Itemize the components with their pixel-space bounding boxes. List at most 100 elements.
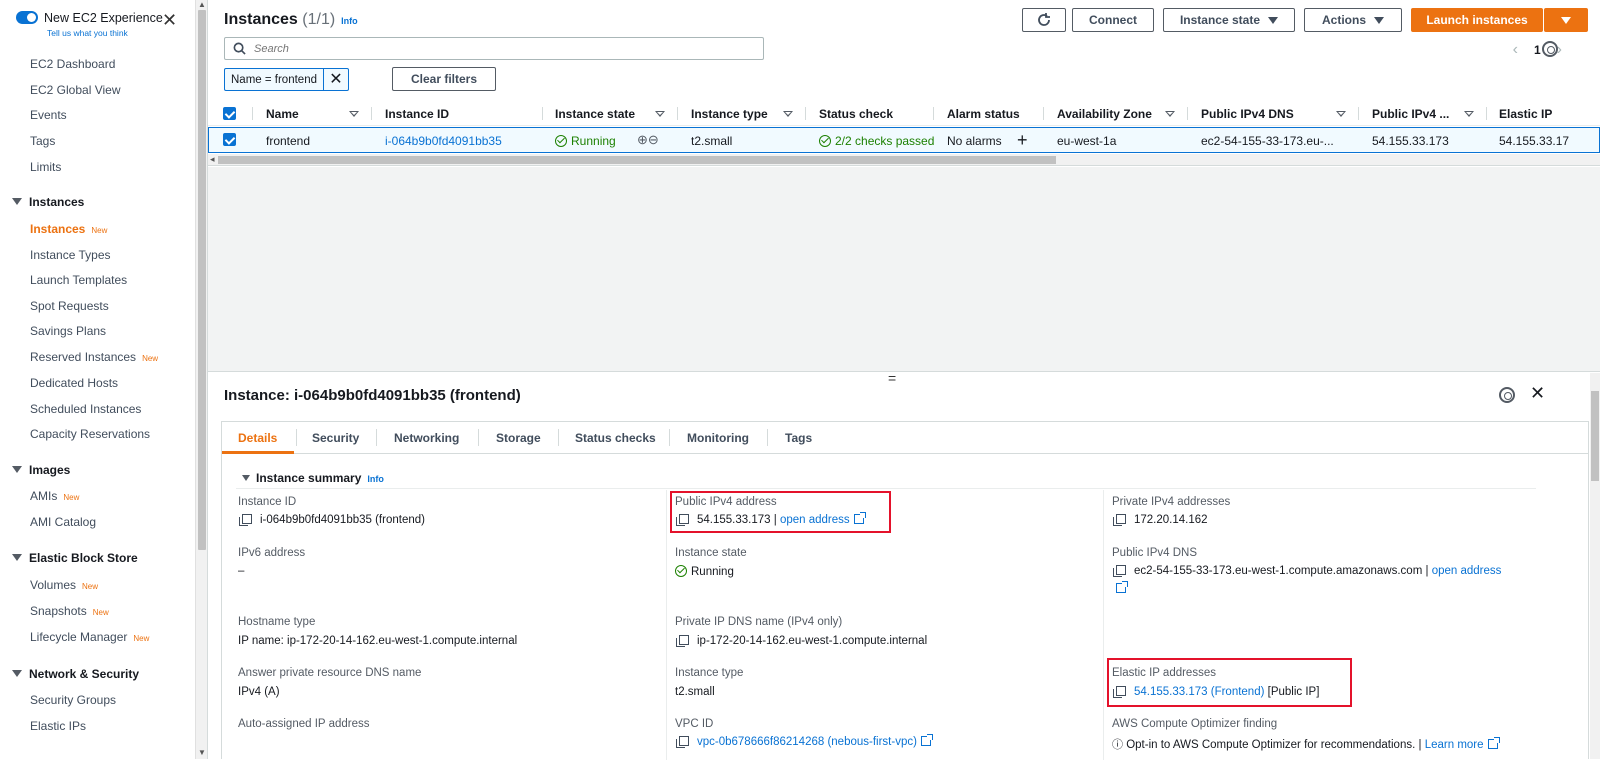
panel-settings-icon[interactable]: [1499, 387, 1515, 403]
nav-reserved-instances[interactable]: Reserved Instances New: [30, 350, 158, 364]
prev-page-button[interactable]: ‹: [1513, 41, 1518, 59]
nav-ami-catalog[interactable]: AMI Catalog: [30, 515, 96, 529]
feedback-link[interactable]: Tell us what you think: [47, 28, 128, 38]
external-link-icon[interactable]: [1116, 581, 1128, 593]
tab-status-checks[interactable]: Status checks: [575, 431, 656, 445]
sidebar-scrollbar[interactable]: ▲ ▼: [195, 0, 207, 759]
nav-instance-types[interactable]: Instance Types: [30, 248, 111, 262]
nav-lifecycle-manager[interactable]: Lifecycle Manager New: [30, 630, 149, 644]
scroll-thumb[interactable]: [198, 10, 206, 550]
sort-icon[interactable]: [783, 111, 793, 117]
nav-tags[interactable]: Tags: [30, 134, 55, 148]
tab-storage[interactable]: Storage: [496, 431, 541, 445]
tab-details[interactable]: Details: [238, 431, 277, 445]
scroll-left-icon[interactable]: ◂: [210, 154, 215, 165]
col-status-check[interactable]: Status check: [819, 107, 893, 121]
scroll-thumb[interactable]: [1591, 391, 1599, 481]
col-alarm-status[interactable]: Alarm status: [947, 107, 1020, 121]
vpc-link[interactable]: vpc-0b678666f86214268 (nebous-first-vpc): [697, 736, 917, 748]
refresh-icon: [1038, 13, 1050, 26]
learn-more-link[interactable]: Learn more: [1425, 739, 1484, 751]
panel-close-icon[interactable]: ✕: [1530, 383, 1545, 404]
table-horizontal-scrollbar[interactable]: ◂: [208, 154, 1600, 166]
row-checkbox[interactable]: [223, 133, 236, 146]
close-icon[interactable]: ✕: [162, 11, 177, 29]
info-link[interactable]: Info: [367, 474, 384, 484]
col-instance-type[interactable]: Instance type: [691, 107, 768, 121]
tab-security[interactable]: Security: [312, 431, 359, 445]
select-all-checkbox[interactable]: [223, 107, 236, 120]
actions-dropdown[interactable]: Actions: [1304, 8, 1402, 32]
sort-icon[interactable]: [1165, 111, 1175, 117]
open-address-link[interactable]: open address: [1432, 565, 1502, 577]
zoom-in-out-icon[interactable]: ⊕⊖: [637, 132, 659, 148]
clear-filters-button[interactable]: Clear filters: [392, 67, 496, 91]
split-panel-divider[interactable]: [208, 371, 1600, 372]
copy-icon[interactable]: [676, 736, 689, 748]
nav-spot-requests[interactable]: Spot Requests: [30, 299, 109, 313]
col-name[interactable]: Name: [266, 107, 299, 121]
nav-events[interactable]: Events: [30, 108, 67, 122]
launch-instances-button[interactable]: Launch instances: [1411, 8, 1543, 32]
col-elastic-ip[interactable]: Elastic IP: [1499, 107, 1552, 121]
col-availability-zone[interactable]: Availability Zone: [1057, 107, 1152, 121]
nav-launch-templates[interactable]: Launch Templates: [30, 273, 127, 287]
info-link[interactable]: Info: [341, 16, 358, 26]
copy-icon[interactable]: [1113, 514, 1126, 526]
nav-amis[interactable]: AMIs New: [30, 489, 79, 503]
resize-handle-icon[interactable]: =: [888, 371, 896, 385]
copy-icon[interactable]: [239, 514, 252, 526]
tab-tags[interactable]: Tags: [785, 431, 812, 445]
scroll-up-icon[interactable]: ▲: [198, 0, 206, 9]
refresh-button[interactable]: [1022, 8, 1066, 32]
nav-security-groups[interactable]: Security Groups: [30, 693, 116, 707]
connect-button[interactable]: Connect: [1072, 8, 1154, 32]
nav-capacity-reservations[interactable]: Capacity Reservations: [30, 427, 150, 441]
cell-instance-id-link[interactable]: i-064b9b0fd4091bb35: [385, 134, 502, 148]
search-input[interactable]: [254, 42, 734, 55]
col-public-ipv4[interactable]: Public IPv4 ...: [1372, 107, 1449, 121]
nav-savings-plans[interactable]: Savings Plans: [30, 324, 106, 338]
instance-state-dropdown[interactable]: Instance state: [1163, 8, 1295, 32]
sort-icon[interactable]: [1464, 111, 1474, 117]
external-link-icon[interactable]: [920, 734, 933, 746]
remove-filter-icon[interactable]: ✕: [324, 70, 348, 90]
instance-summary-header[interactable]: Instance summary Info: [242, 471, 384, 485]
instance-id-label: Instance ID: [238, 496, 297, 508]
nav-elastic-ips[interactable]: Elastic IPs: [30, 719, 86, 733]
nav-section-ebs[interactable]: Elastic Block Store: [12, 551, 138, 565]
col-instance-state[interactable]: Instance state: [555, 107, 635, 121]
nav-volumes[interactable]: Volumes New: [30, 578, 98, 592]
search-bar[interactable]: [224, 37, 764, 60]
tab-monitoring[interactable]: Monitoring: [687, 431, 749, 445]
sort-icon[interactable]: [349, 111, 359, 117]
nav-ec2-dashboard[interactable]: EC2 Dashboard: [30, 57, 115, 71]
new-experience-toggle[interactable]: [16, 11, 38, 24]
nav-section-network[interactable]: Network & Security: [12, 667, 139, 681]
tab-networking[interactable]: Networking: [394, 431, 459, 445]
nav-dedicated-hosts[interactable]: Dedicated Hosts: [30, 376, 118, 390]
external-link-icon[interactable]: [1487, 737, 1500, 749]
add-alarm-icon[interactable]: +: [1017, 130, 1028, 151]
cell-instance-state: Running: [555, 134, 616, 148]
table-row[interactable]: frontend i-064b9b0fd4091bb35 Running ⊕⊖ …: [208, 127, 1600, 153]
col-instance-id[interactable]: Instance ID: [385, 107, 449, 121]
details-scrollbar[interactable]: [1590, 373, 1600, 759]
col-public-dns[interactable]: Public IPv4 DNS: [1201, 107, 1294, 121]
nav-scheduled-instances[interactable]: Scheduled Instances: [30, 402, 141, 416]
nav-snapshots[interactable]: Snapshots New: [30, 604, 109, 618]
sort-icon[interactable]: [655, 111, 665, 117]
nav-ec2-global-view[interactable]: EC2 Global View: [30, 83, 121, 97]
copy-icon[interactable]: [676, 635, 689, 647]
nav-limits[interactable]: Limits: [30, 160, 61, 174]
page-number[interactable]: 1: [1534, 43, 1541, 57]
nav-section-instances[interactable]: Instances: [12, 195, 84, 209]
launch-options-dropdown[interactable]: [1544, 8, 1588, 32]
copy-icon[interactable]: [1113, 565, 1126, 577]
scroll-down-icon[interactable]: ▼: [198, 748, 206, 757]
settings-gear-icon[interactable]: [1542, 41, 1558, 57]
scroll-thumb[interactable]: [218, 156, 1056, 164]
sort-icon[interactable]: [1336, 111, 1346, 117]
nav-section-images[interactable]: Images: [12, 463, 70, 477]
nav-instances[interactable]: Instances New: [30, 222, 107, 236]
